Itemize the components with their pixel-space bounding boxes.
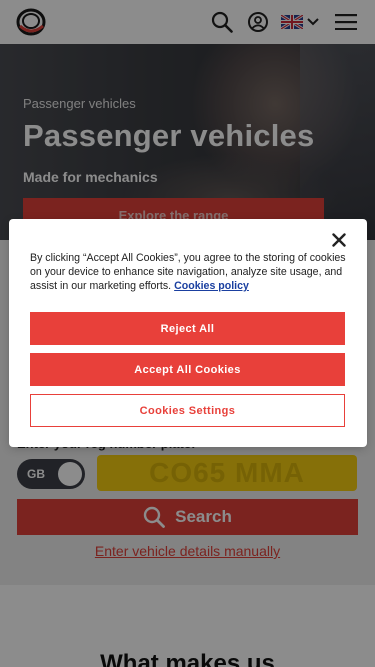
reject-all-button[interactable]: Reject All bbox=[30, 312, 345, 345]
cookies-settings-button[interactable]: Cookies Settings bbox=[30, 394, 345, 427]
cookies-policy-link[interactable]: Cookies policy bbox=[174, 280, 249, 292]
page: Passenger vehicles Passenger vehicles Ma… bbox=[0, 0, 375, 667]
cookie-consent-dialog: By clicking “Accept All Cookies”, you ag… bbox=[11, 221, 365, 445]
close-icon[interactable] bbox=[330, 231, 348, 249]
cookie-consent-text: By clicking “Accept All Cookies”, you ag… bbox=[30, 251, 348, 293]
accept-all-cookies-button[interactable]: Accept All Cookies bbox=[30, 353, 345, 386]
